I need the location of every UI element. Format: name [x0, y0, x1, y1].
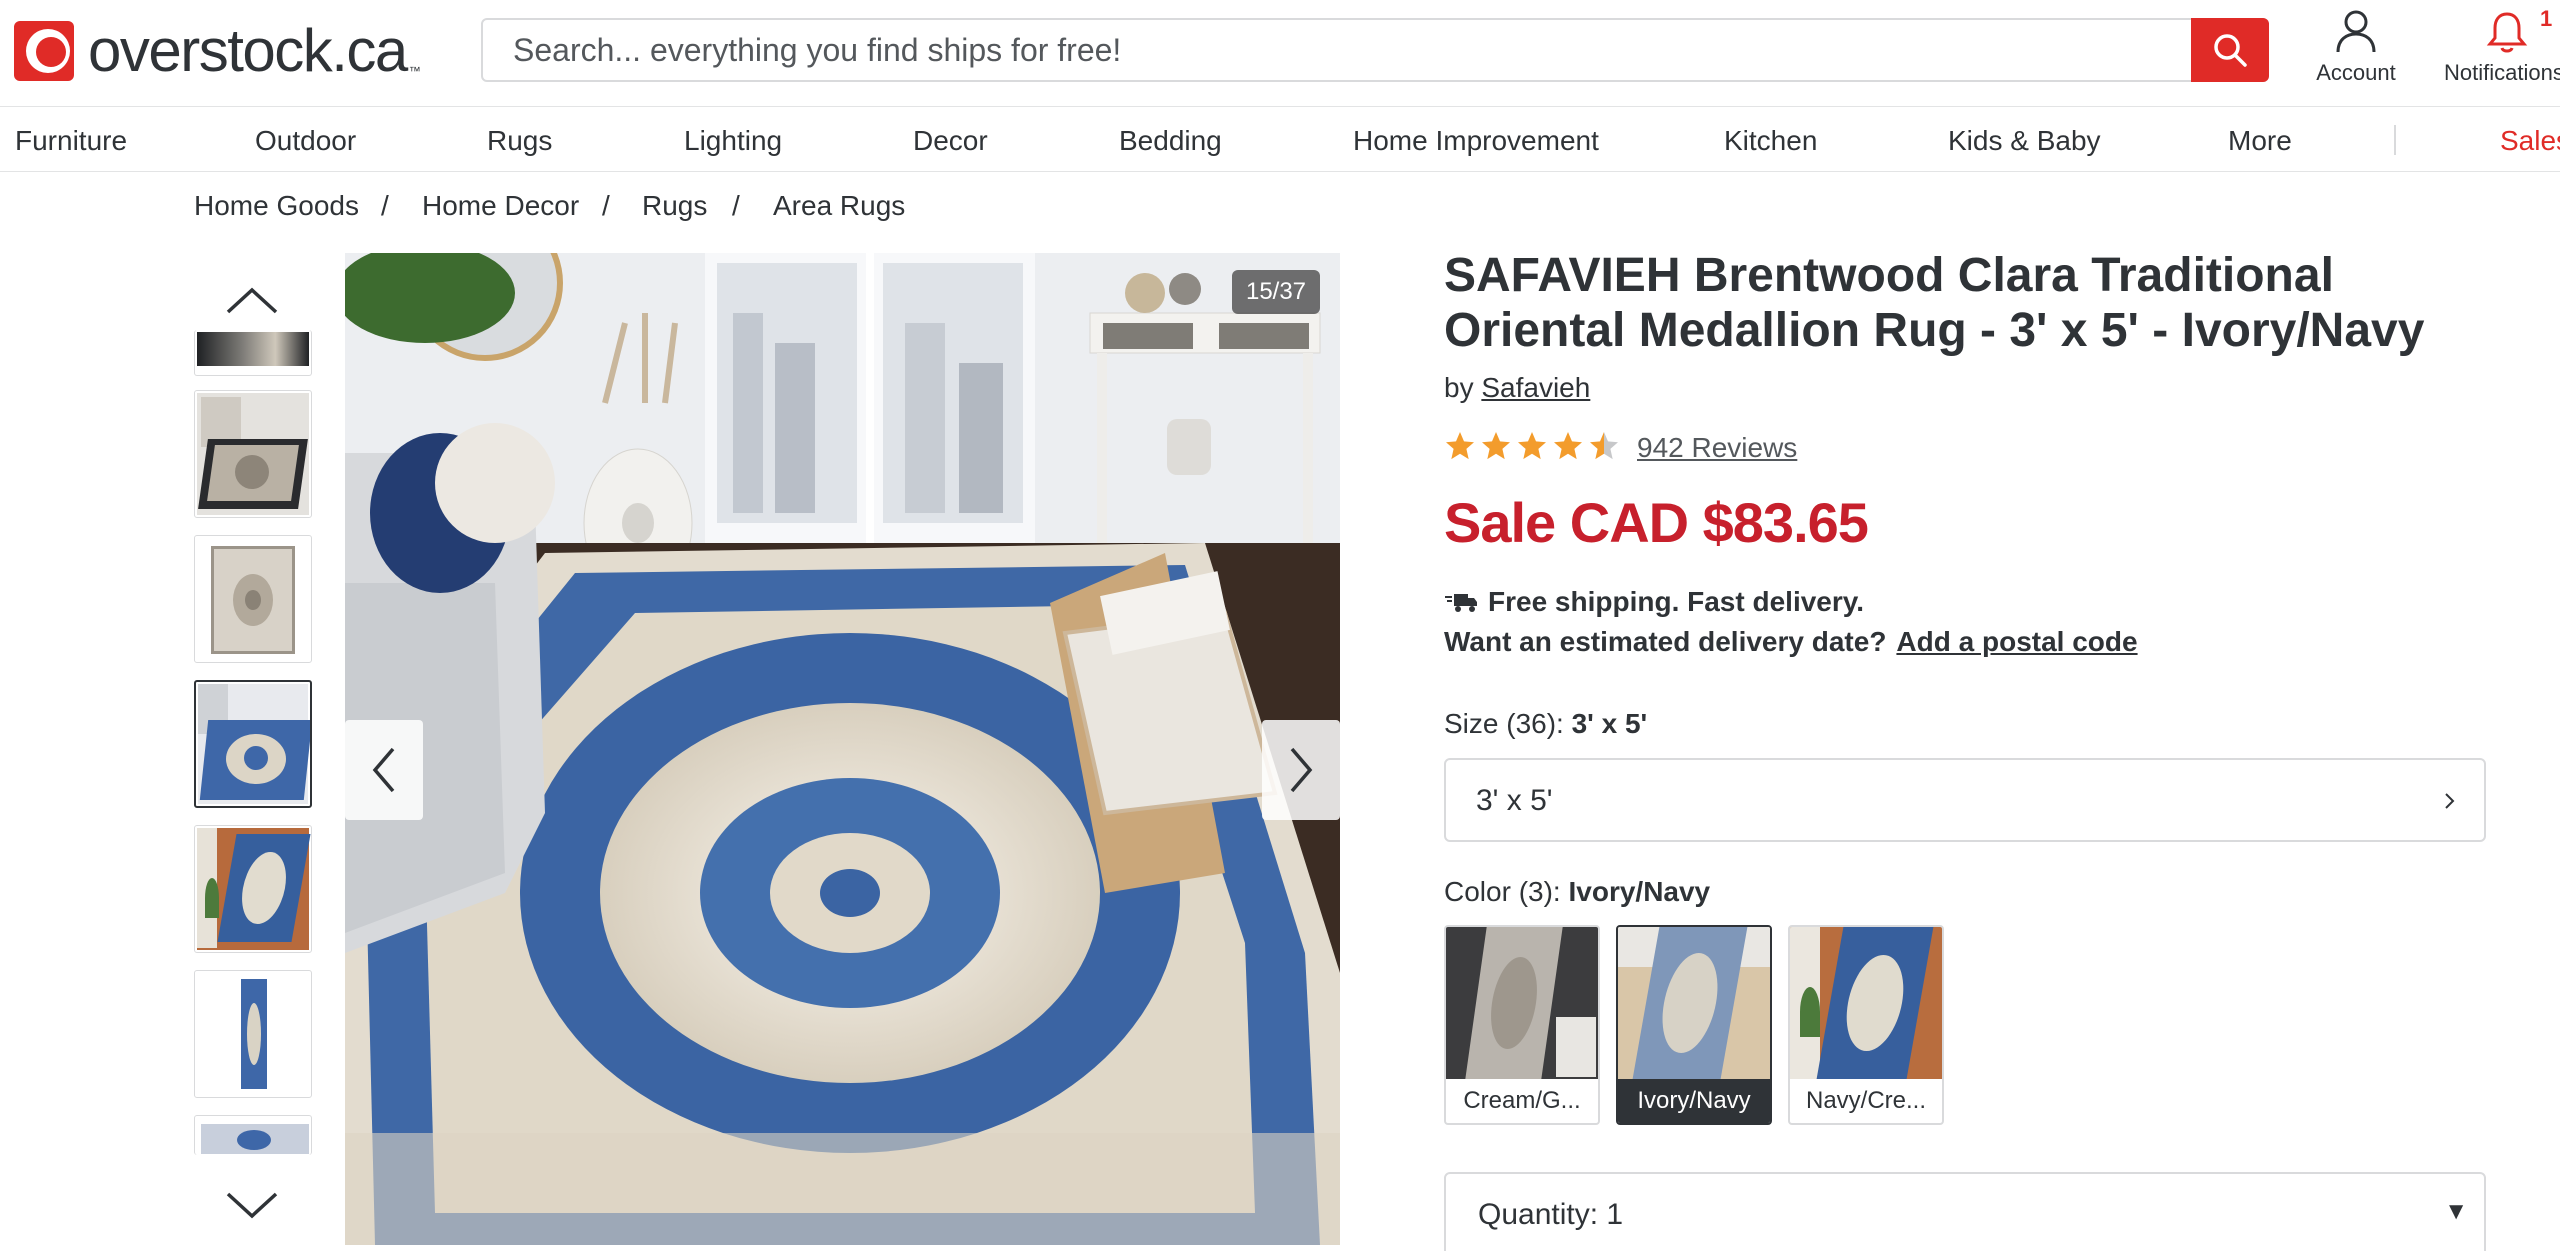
search-button[interactable]	[2191, 18, 2269, 82]
notifications-label: Notifications	[2444, 60, 2560, 85]
color-swatch-navy-cream[interactable]: Navy/Cre...	[1788, 925, 1944, 1125]
thumbnail[interactable]	[194, 970, 312, 1098]
search-input[interactable]	[483, 20, 2193, 80]
product-main-image[interactable]	[345, 253, 1340, 1245]
product-title: SAFAVIEH Brentwood Clara Traditional Ori…	[1444, 249, 2425, 357]
search-icon	[2214, 34, 2247, 67]
caret-down-icon: ▼	[2444, 1198, 2468, 1225]
nav-divider	[2394, 125, 2396, 155]
image-prev-button[interactable]	[345, 720, 423, 820]
quantity-select[interactable]: Quantity: 1 ▼	[1444, 1172, 2486, 1251]
user-icon	[2336, 10, 2376, 53]
nav-item-rugs[interactable]: Rugs	[487, 125, 552, 157]
nav-item-furniture[interactable]: Furniture	[15, 125, 127, 157]
thumbnail[interactable]	[194, 390, 312, 518]
size-option-label: Size (36): 3' x 5'	[1444, 708, 1647, 740]
account-label: Account	[2316, 60, 2396, 85]
thumbnail-active[interactable]	[194, 680, 312, 808]
size-selected: 3' x 5'	[1571, 708, 1648, 739]
chevron-left-icon	[372, 747, 395, 793]
nav-item-kitchen[interactable]: Kitchen	[1724, 125, 1817, 157]
nav-item-more[interactable]: More	[2228, 125, 2292, 157]
breadcrumb-area-rugs[interactable]: Area Rugs	[773, 190, 905, 222]
color-swatch-cream-grey[interactable]: Cream/G...	[1444, 925, 1600, 1125]
shipping-info: Free shipping. Fast delivery.	[1444, 586, 1864, 618]
breadcrumb-separator: /	[732, 190, 740, 221]
swatch-label: Navy/Cre...	[1805, 1087, 1927, 1114]
swatch-image	[1790, 927, 1942, 1079]
swatch-label: Cream/G...	[1463, 1087, 1581, 1114]
chevron-right-icon	[1290, 747, 1313, 793]
thumbnail[interactable]	[194, 1115, 312, 1155]
notifications-badge: 1	[2540, 6, 2553, 31]
sale-price: Sale CAD $83.65	[1444, 491, 1869, 554]
nav-item-sales[interactable]: Sales	[2500, 125, 2560, 157]
search-bar	[481, 18, 2269, 82]
image-counter: 15/37	[1232, 270, 1320, 314]
product-byline: by Safavieh	[1444, 372, 1590, 404]
star-icon	[1446, 432, 1474, 460]
nav-item-kids-baby[interactable]: Kids & Baby	[1948, 125, 2101, 157]
fast-shipping-truck-icon	[1445, 594, 1477, 612]
size-selector[interactable]: 3' x 5'	[1444, 758, 2486, 842]
thumbnails-down-button[interactable]	[224, 1186, 280, 1226]
nav-item-outdoor[interactable]: Outdoor	[255, 125, 356, 157]
nav-item-decor[interactable]: Decor	[913, 125, 988, 157]
thumbnail[interactable]	[194, 535, 312, 663]
quantity-value: Quantity: 1	[1478, 1198, 1624, 1231]
delivery-estimate: Want an estimated delivery date? Add a po…	[1444, 626, 2138, 658]
breadcrumb-separator: /	[381, 190, 389, 221]
star-half-icon	[1590, 432, 1618, 460]
site-logo[interactable]: overstock.ca ™	[14, 16, 421, 86]
thumbnails-up-button[interactable]	[224, 280, 280, 320]
rating-stars[interactable]	[1444, 430, 1620, 462]
thumbnail[interactable]	[194, 330, 312, 376]
breadcrumb-rugs[interactable]: Rugs	[642, 190, 707, 222]
delivery-question: Want an estimated delivery date?	[1444, 626, 1887, 657]
logo-trademark: ™	[408, 64, 421, 78]
rug-room-illustration	[345, 253, 1340, 1245]
swatch-label: Ivory/Navy	[1618, 1079, 1770, 1123]
bell-icon	[2486, 12, 2528, 53]
nav-item-bedding[interactable]: Bedding	[1119, 125, 1222, 157]
add-postal-code-link[interactable]: Add a postal code	[1896, 626, 2137, 657]
swatch-image	[1618, 927, 1770, 1079]
breadcrumb-separator: /	[602, 190, 610, 221]
color-option-label: Color (3): Ivory/Navy	[1444, 876, 1710, 908]
logo-mark-icon	[14, 19, 78, 83]
category-nav: Furniture Outdoor Rugs Lighting Decor Be…	[0, 106, 2560, 172]
image-next-button[interactable]	[1262, 720, 1340, 820]
nav-item-lighting[interactable]: Lighting	[684, 125, 782, 157]
size-value: 3' x 5'	[1476, 784, 1553, 817]
account-button[interactable]: Account	[2314, 8, 2398, 86]
star-icon	[1518, 432, 1546, 460]
size-label: Size (36):	[1444, 708, 1564, 739]
color-swatch-ivory-navy[interactable]: Ivory/Navy	[1616, 925, 1772, 1125]
thumbnail[interactable]	[194, 825, 312, 953]
reviews-link[interactable]: 942 Reviews	[1637, 432, 1797, 464]
breadcrumb-home-decor[interactable]: Home Decor	[422, 190, 579, 222]
chevron-up-icon	[226, 287, 278, 314]
shipping-text: Free shipping. Fast delivery.	[1488, 586, 1865, 617]
star-icon	[1482, 432, 1510, 460]
chevron-right-icon	[2445, 793, 2455, 809]
color-selected: Ivory/Navy	[1568, 876, 1711, 907]
byline-prefix: by	[1444, 372, 1474, 403]
swatch-image	[1446, 927, 1598, 1079]
logo-text: overstock.ca	[88, 17, 408, 84]
star-icon	[1554, 432, 1582, 460]
chevron-down-icon	[226, 1192, 278, 1219]
breadcrumb-home-goods[interactable]: Home Goods	[194, 190, 359, 222]
nav-item-home-improvement[interactable]: Home Improvement	[1353, 125, 1599, 157]
color-label: Color (3):	[1444, 876, 1561, 907]
brand-link[interactable]: Safavieh	[1481, 372, 1590, 403]
site-header: overstock.ca ™ Account Notifications 1	[0, 0, 2560, 106]
